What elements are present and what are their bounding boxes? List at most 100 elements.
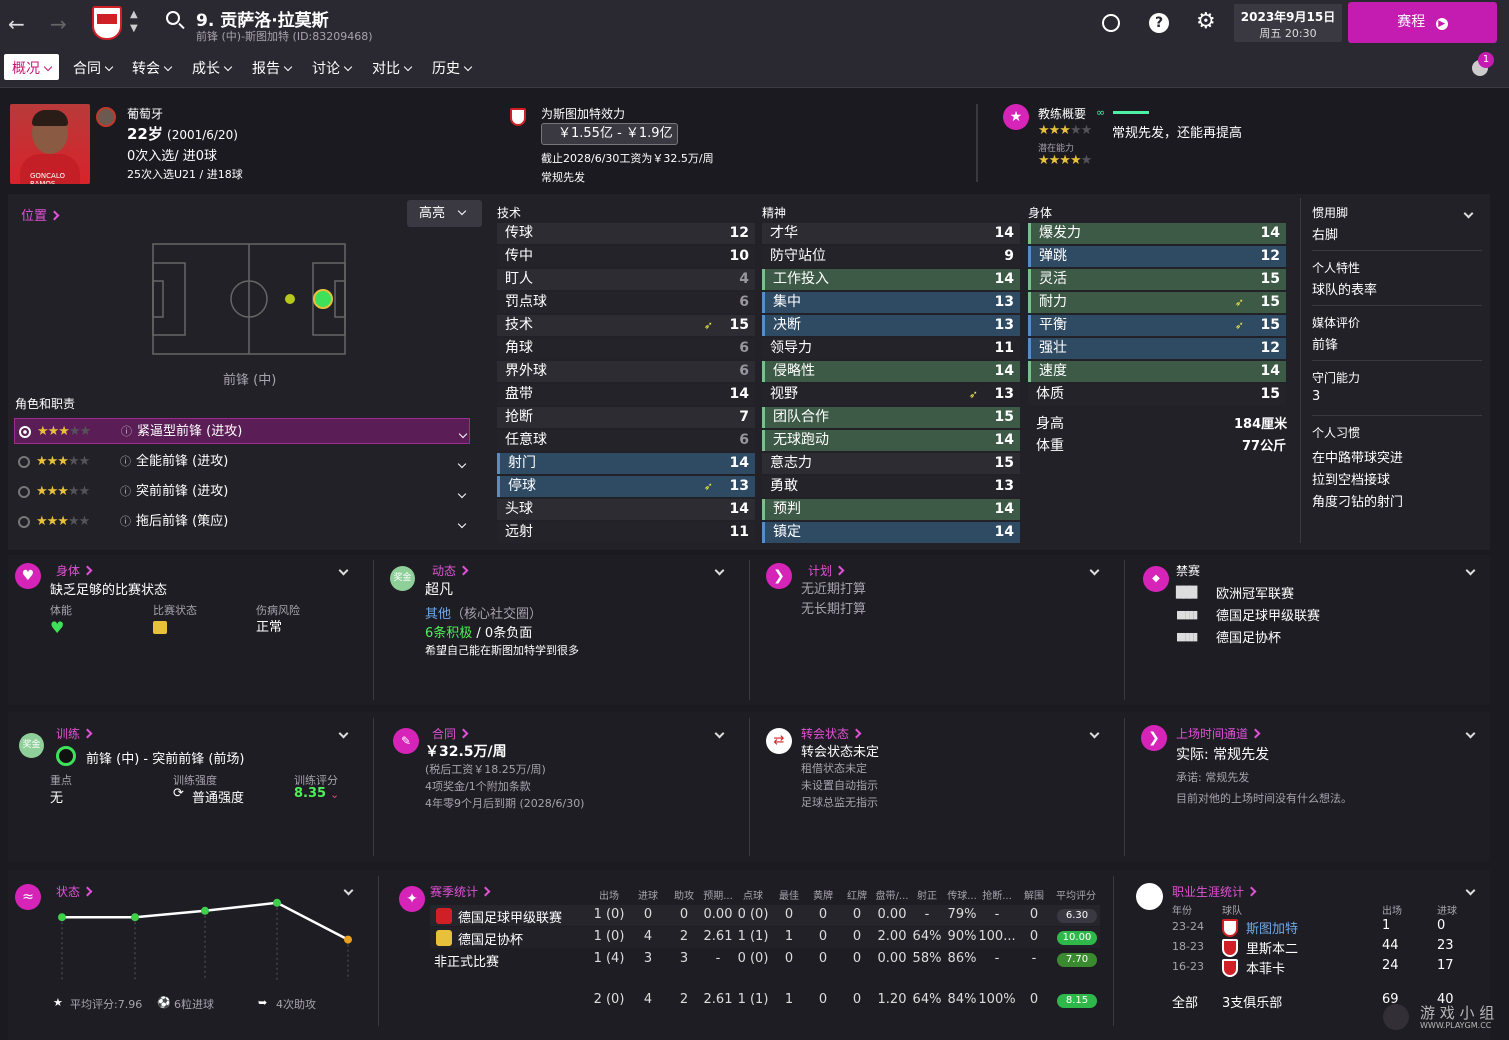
body-link[interactable]: 身体 bbox=[56, 562, 93, 579]
form-point[interactable] bbox=[344, 935, 352, 944]
radio-icon[interactable] bbox=[18, 456, 30, 468]
up-arrow-icon: ➶ bbox=[1234, 296, 1244, 309]
up-arrow-icon: ➶ bbox=[968, 388, 978, 401]
watermark-logo bbox=[1383, 1004, 1409, 1030]
chevron-down-icon[interactable] bbox=[457, 459, 467, 469]
form-point[interactable] bbox=[58, 913, 66, 922]
schedule-button[interactable]: 赛程 ▶ bbox=[1348, 2, 1497, 43]
chevron-down-icon[interactable] bbox=[457, 519, 467, 529]
form-point[interactable] bbox=[201, 906, 209, 915]
plan-link[interactable]: 计划 bbox=[808, 562, 845, 579]
attr-value: 7 bbox=[739, 409, 749, 425]
attr-row: 罚点球 6 bbox=[497, 292, 755, 313]
info-icon[interactable]: ⓘ bbox=[120, 509, 131, 535]
value-box[interactable]: ￥1.55亿 - ￥1.9亿 bbox=[541, 123, 678, 145]
career-team[interactable]: 斯图加特 bbox=[1246, 918, 1298, 937]
help-icon[interactable]: ? bbox=[1149, 13, 1169, 33]
fitness-heart-icon: ♥ bbox=[50, 618, 65, 637]
rating-pill-total: 8.15 bbox=[1057, 994, 1097, 1008]
foot-value: 右脚 bbox=[1312, 228, 1339, 243]
competition-name[interactable]: 非正式比赛 bbox=[434, 951, 499, 970]
form-point[interactable] bbox=[131, 913, 139, 922]
position-label: 前锋 (中) bbox=[223, 373, 277, 388]
dynamics-link[interactable]: 动态 bbox=[432, 562, 469, 579]
form-point[interactable] bbox=[273, 898, 281, 907]
attr-row: 强壮 12 bbox=[1028, 338, 1286, 359]
career-goals: 23 bbox=[1437, 938, 1454, 953]
tab-history[interactable]: 历史 bbox=[424, 54, 479, 80]
competition-name[interactable]: 德国足球甲级联赛 bbox=[458, 907, 562, 926]
attr-value: 12 bbox=[1260, 340, 1280, 356]
ban-bar-icon: ▮▮▮▮▮ bbox=[1176, 630, 1198, 643]
position-link[interactable]: 位置 bbox=[21, 205, 60, 224]
chevron-down-icon[interactable] bbox=[457, 489, 467, 499]
info-icon[interactable]: ⓘ bbox=[120, 449, 131, 475]
training-role: 前锋 (中) - 突前前锋 (前场) bbox=[86, 752, 245, 767]
role-row-2[interactable]: ★★★★★ ⓘ 全能前锋 (进攻) bbox=[14, 449, 470, 475]
attr-name: 传中 bbox=[505, 248, 533, 264]
tab-compare[interactable]: 对比 bbox=[364, 54, 419, 80]
ban-item-1: 欧洲冠军联赛 bbox=[1216, 587, 1295, 602]
role-row-4[interactable]: ★★★★★ ⓘ 拖后前锋 (策应) bbox=[14, 509, 470, 535]
radio-selected-icon[interactable] bbox=[19, 426, 31, 438]
club-crest-icon bbox=[1222, 959, 1238, 977]
refresh-icon: ⟳ bbox=[173, 786, 184, 801]
back-icon[interactable]: ← bbox=[8, 12, 25, 36]
forward-icon[interactable]: → bbox=[50, 12, 67, 36]
attr-value: 15 bbox=[729, 317, 749, 333]
tab-reports[interactable]: 报告 bbox=[244, 54, 299, 80]
focus-label: 重点 bbox=[50, 774, 72, 787]
gear-icon[interactable]: ⚙ bbox=[1196, 9, 1216, 34]
career-h-year: 年份 bbox=[1172, 906, 1192, 917]
club-crest-small-icon bbox=[510, 108, 526, 126]
attr-name: 射门 bbox=[508, 455, 536, 471]
match-fitness-label: 比赛状态 bbox=[153, 604, 197, 617]
time-text: 周五 20:30 bbox=[1259, 27, 1317, 40]
radio-icon[interactable] bbox=[18, 486, 30, 498]
club-crest-icon[interactable] bbox=[92, 6, 122, 40]
attr-name: 耐力 bbox=[1039, 294, 1067, 310]
playtime-link[interactable]: 上场时间通道 bbox=[1176, 725, 1261, 742]
habit-2: 拉到空档接球 bbox=[1312, 473, 1391, 488]
radio-icon[interactable] bbox=[18, 516, 30, 528]
ball-icon[interactable] bbox=[1102, 14, 1120, 32]
career-link[interactable]: 职业生涯统计 bbox=[1172, 883, 1257, 900]
chevron-down-icon[interactable] bbox=[458, 429, 468, 439]
competition-name[interactable]: 德国足协杯 bbox=[458, 929, 523, 948]
attr-row: 镇定 14 bbox=[762, 522, 1020, 543]
player-photo: GONCALO RAMOS bbox=[10, 104, 90, 184]
pen-icon: ✎ bbox=[393, 728, 419, 754]
career-apps: 44 bbox=[1382, 938, 1399, 953]
tab-overview[interactable]: 概况 bbox=[4, 54, 59, 80]
training-link[interactable]: 训练 bbox=[56, 725, 93, 742]
attr-row: 勇敢 13 bbox=[762, 476, 1020, 497]
info-icon[interactable]: ⓘ bbox=[120, 479, 131, 505]
highlight-select[interactable]: 高亮 bbox=[407, 200, 482, 227]
player-subtitle: 前锋 (中)-斯图加特 (ID:83209468) bbox=[196, 30, 373, 43]
up-arrow-icon: ➶ bbox=[703, 480, 713, 493]
career-team[interactable]: 本菲卡 bbox=[1246, 958, 1285, 977]
attr-row: 体质 15 bbox=[1028, 384, 1286, 405]
tab-discuss[interactable]: 讨论 bbox=[304, 54, 359, 80]
role-row-1[interactable]: ★★★★★ ⓘ 紧逼型前锋 (进攻) bbox=[14, 418, 470, 444]
transfer-link[interactable]: 转会状态 bbox=[801, 725, 862, 742]
season-link[interactable]: 赛季统计 bbox=[430, 883, 491, 900]
tab-contract[interactable]: 合同 bbox=[65, 54, 120, 80]
season-header: 点球 bbox=[743, 891, 763, 902]
contract-link[interactable]: 合同 bbox=[432, 725, 469, 742]
career-team[interactable]: 里斯本二 bbox=[1246, 938, 1298, 957]
form-goals: 6粒进球 bbox=[174, 998, 214, 1011]
career-h-apps: 出场 bbox=[1382, 906, 1402, 917]
role-row-3[interactable]: ★★★★★ ⓘ 突前前锋 (进攻) bbox=[14, 479, 470, 505]
attr-row: 盯人 4 bbox=[497, 269, 755, 290]
tab-development[interactable]: 成长 bbox=[184, 54, 239, 80]
form-chart bbox=[58, 898, 352, 980]
info-icon[interactable]: ⓘ bbox=[121, 419, 132, 445]
date-box[interactable]: 2023年9月15日 周五 20:30 bbox=[1234, 4, 1342, 42]
height-value: 184厘米 bbox=[1234, 417, 1288, 432]
attr-name: 盘带 bbox=[505, 386, 533, 402]
tab-transfer[interactable]: 转会 bbox=[124, 54, 179, 80]
career-apps: 1 bbox=[1382, 918, 1391, 933]
attr-row: 射门 14 bbox=[497, 453, 755, 474]
updown-icon[interactable]: ▲ ▼ bbox=[130, 8, 138, 36]
